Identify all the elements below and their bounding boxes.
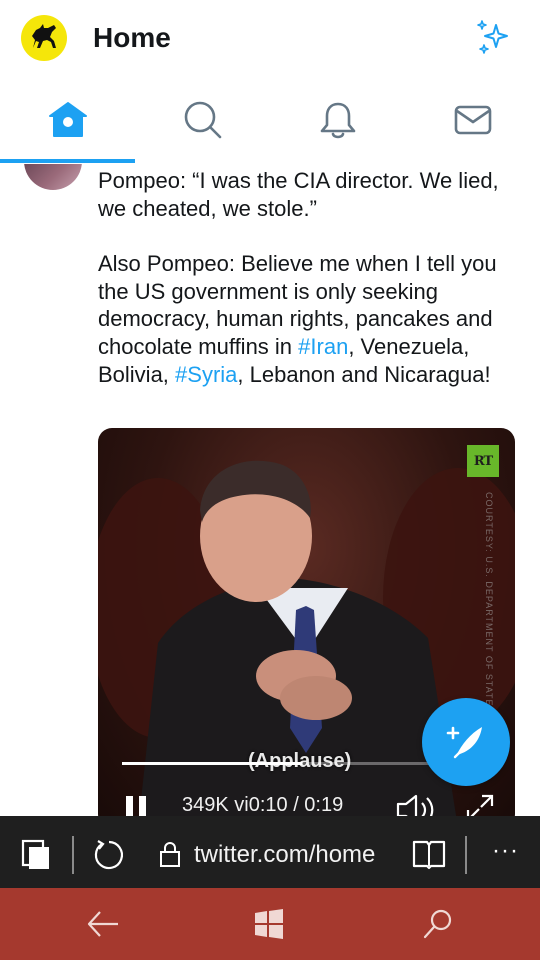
more-menu-button[interactable]: ··· — [492, 837, 519, 865]
hashtag-link[interactable]: #Iran — [298, 334, 348, 359]
horse-logo-icon — [32, 24, 56, 48]
tab-messages[interactable] — [405, 78, 540, 162]
fullscreen-icon[interactable] — [464, 792, 496, 816]
search-icon[interactable] — [422, 908, 454, 940]
tab-search[interactable] — [135, 78, 270, 162]
tab-home[interactable] — [0, 78, 135, 163]
mail-icon — [454, 105, 491, 135]
hashtag-link[interactable]: #Syria — [175, 362, 237, 387]
tweet-paragraph-2: Also Pompeo: Believe me when I tell you … — [98, 250, 518, 388]
video-controls: 349K vi0:10 / 0:19 — [98, 790, 515, 816]
rt-logo-text: RT — [473, 453, 493, 469]
tab-notifications[interactable] — [270, 78, 405, 162]
view-count-and-time: 349K vi0:10 / 0:19 — [182, 794, 344, 816]
refresh-icon[interactable] — [92, 838, 126, 872]
lock-icon — [160, 842, 180, 867]
tabs-icon[interactable] — [21, 839, 51, 871]
tweet-text-part: , Lebanon and Nicaragua! — [237, 361, 491, 387]
system-navigation-bar — [0, 888, 540, 960]
page-title: Home — [93, 22, 171, 53]
home-icon — [48, 102, 87, 137]
tweet-author-avatar[interactable] — [24, 164, 82, 190]
back-arrow-icon[interactable] — [86, 909, 120, 939]
rt-logo: RT — [467, 445, 499, 477]
tweet-paragraph-1: Pompeo: “I was the CIA director. We lied… — [98, 168, 499, 221]
tab-bar — [0, 78, 540, 165]
volume-icon[interactable] — [394, 792, 438, 816]
bell-icon — [320, 102, 355, 139]
toolbar-separator — [465, 836, 467, 874]
sparkle-icon[interactable] — [474, 17, 514, 57]
search-icon — [184, 101, 221, 139]
header: Home — [0, 0, 540, 78]
browser-toolbar: twitter.com/home ··· — [0, 816, 540, 888]
video-progress-fill — [122, 762, 303, 765]
reading-view-icon[interactable] — [411, 838, 447, 870]
active-tab-indicator — [0, 159, 135, 163]
toolbar-separator — [72, 836, 74, 874]
address-bar[interactable]: twitter.com/home — [194, 841, 375, 869]
compose-feather-icon — [446, 726, 482, 759]
video-watermark: COURTESY: U.S. DEPARTMENT OF STATE — [484, 492, 494, 707]
tweet-text: Pompeo: “I was the CIA director. We lied… — [98, 167, 518, 388]
compose-tweet-button[interactable] — [422, 698, 510, 786]
windows-start-icon[interactable] — [254, 909, 284, 939]
video-progress-bar[interactable] — [122, 762, 462, 765]
pause-icon[interactable] — [124, 794, 152, 816]
profile-avatar[interactable] — [21, 15, 67, 61]
